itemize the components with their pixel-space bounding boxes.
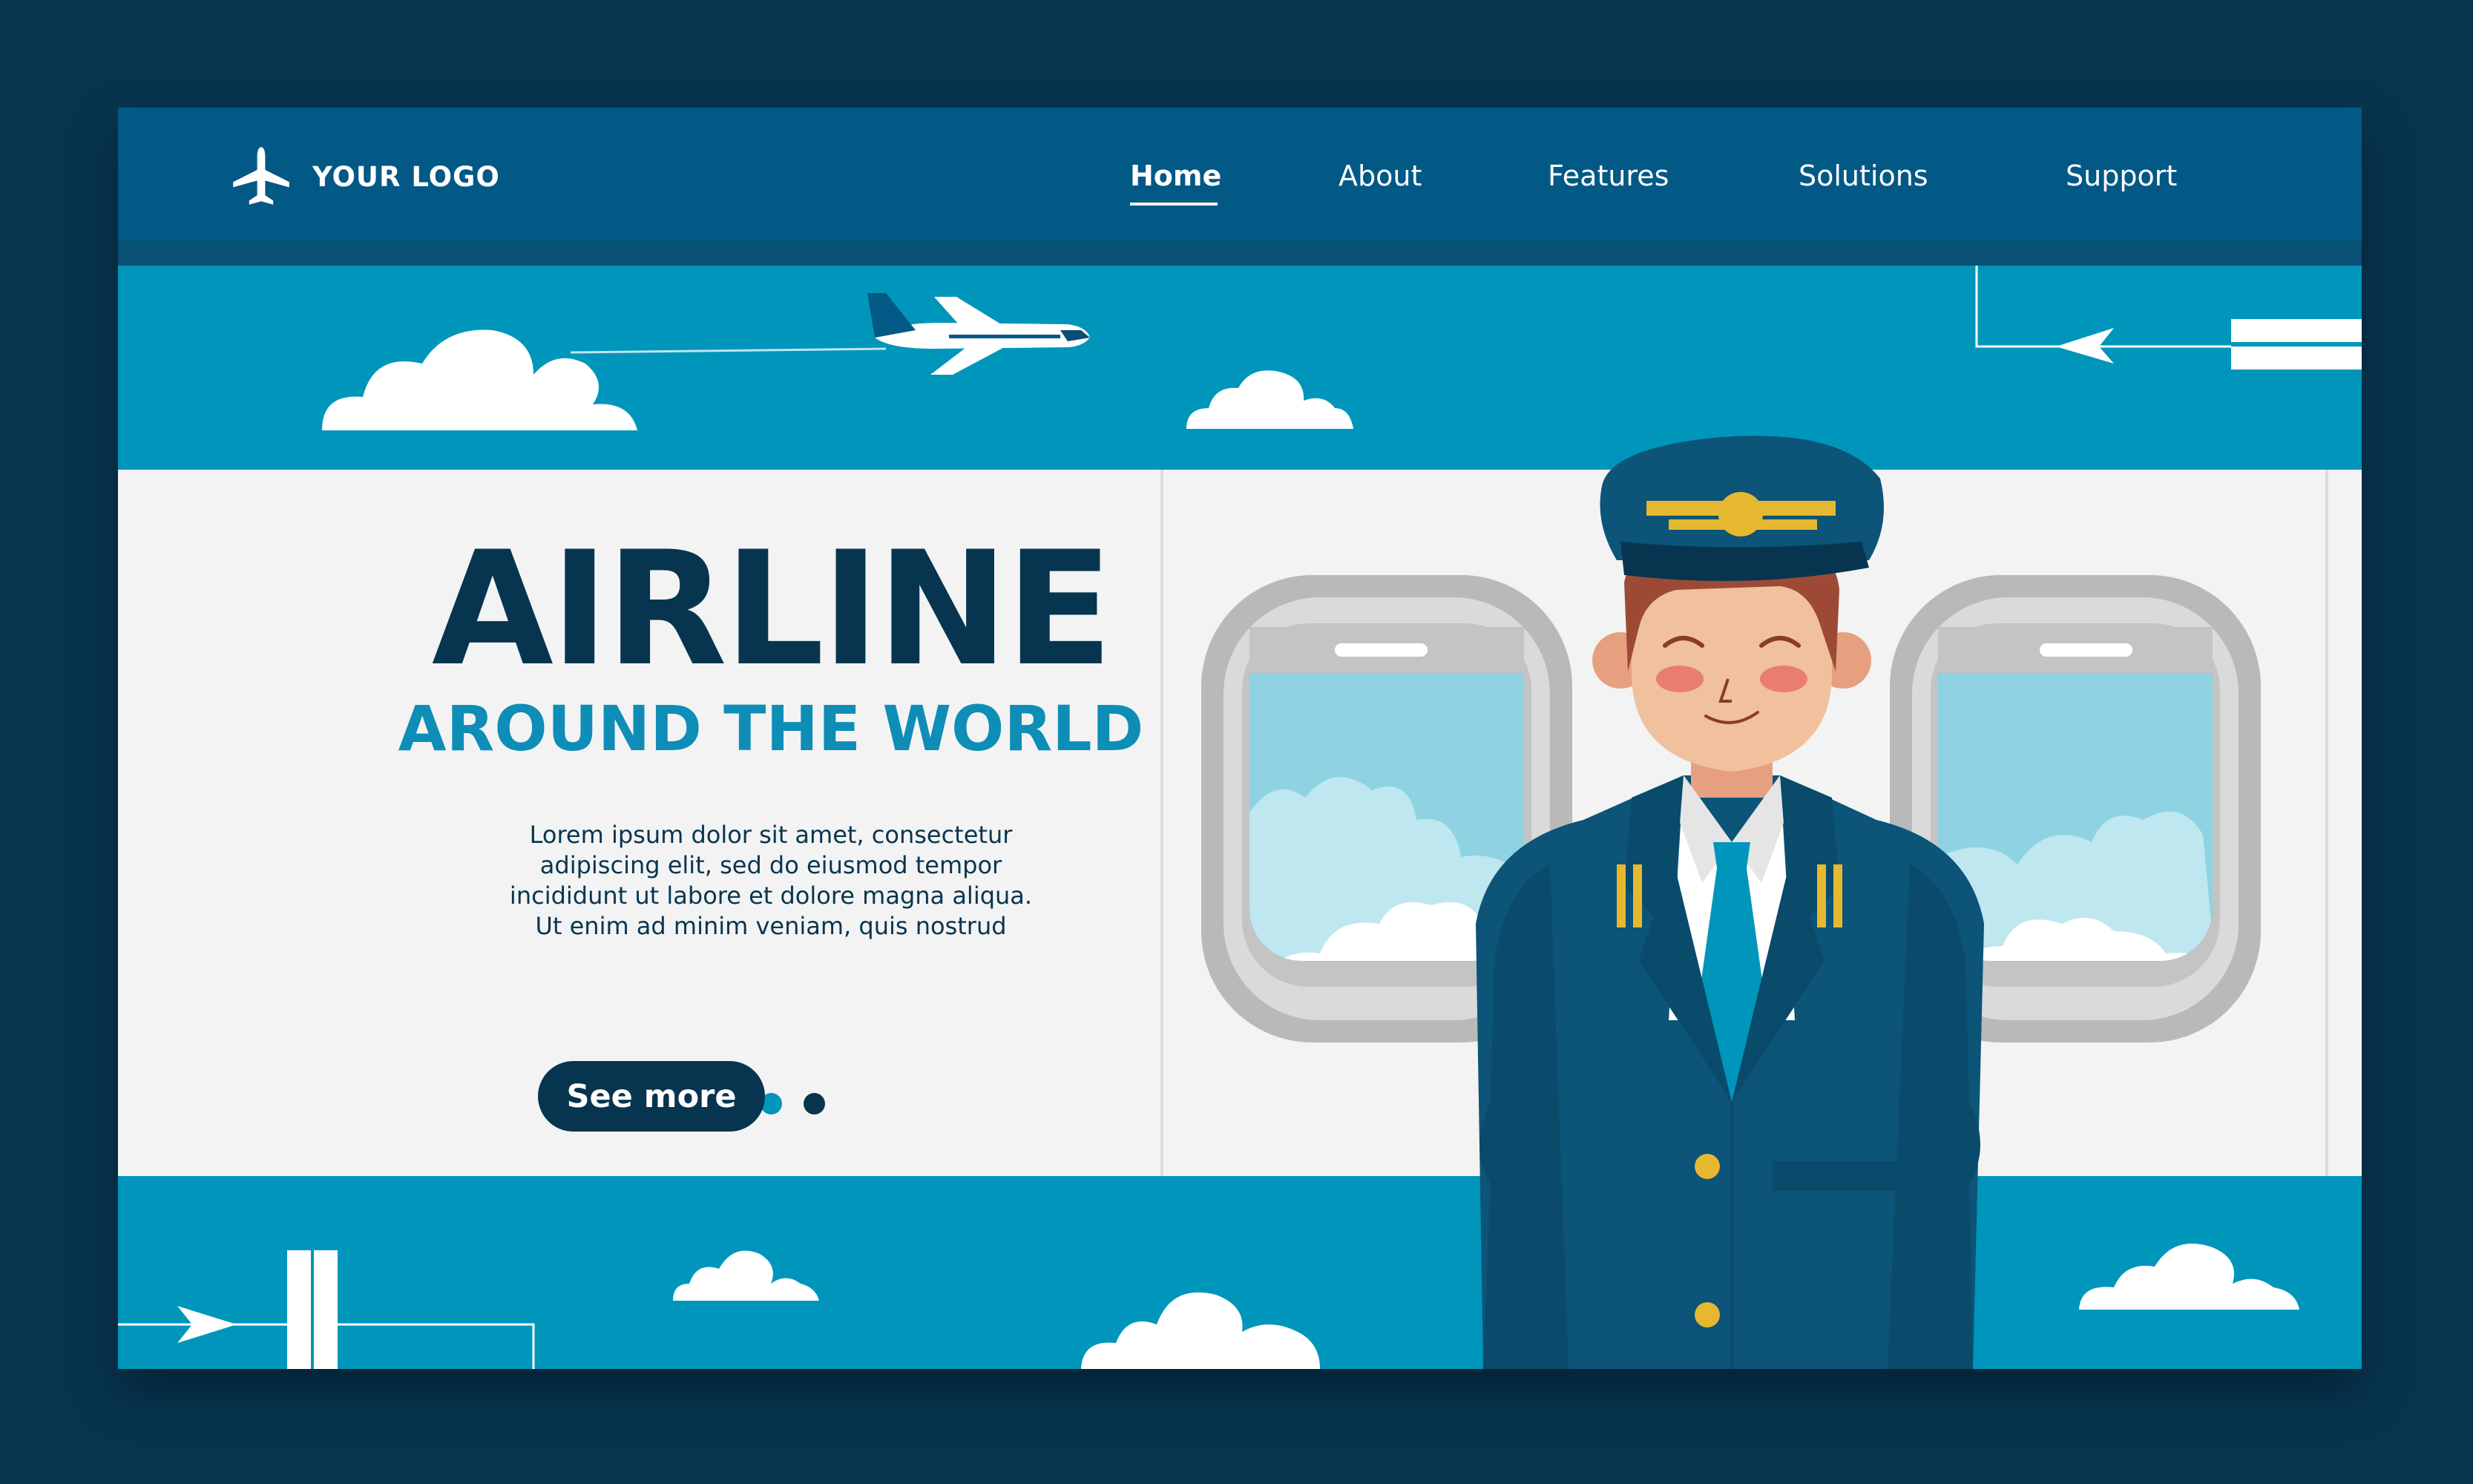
pilot-cap [1600, 436, 1884, 581]
hero-title: AIRLINE [431, 517, 1113, 700]
airplane-icon [867, 293, 1090, 375]
cloud-icon [1081, 1292, 1320, 1369]
carousel-dots [118, 1093, 1424, 1117]
hero-body-line: Lorem ipsum dolor sit amet, consectetur [529, 821, 1013, 849]
cloud-icon [322, 329, 637, 430]
contrail [570, 347, 887, 354]
cloud-icon [673, 1250, 819, 1301]
pilot-character [1476, 436, 1984, 1369]
hero-body-line: adipiscing elit, sed do eiusmod tempor [539, 851, 1002, 879]
hero-subtitle: AROUND THE WORLD [398, 692, 1144, 765]
carousel-dot-3[interactable] [803, 1093, 825, 1114]
hero-body-line: Ut enim ad minim veniam, quis nostrud [535, 912, 1007, 940]
hero-body-line: incididunt ut labore et dolore magna ali… [509, 881, 1033, 910]
see-more-button[interactable]: See more [538, 1061, 765, 1132]
cloud-icon [2079, 1244, 2299, 1310]
landing-page: YOUR LOGO Home About Features Solutions … [118, 108, 2362, 1369]
cloud-icon [1186, 370, 1353, 429]
hero-body-text: Lorem ipsum dolor sit amet, consectetur … [459, 820, 1083, 942]
